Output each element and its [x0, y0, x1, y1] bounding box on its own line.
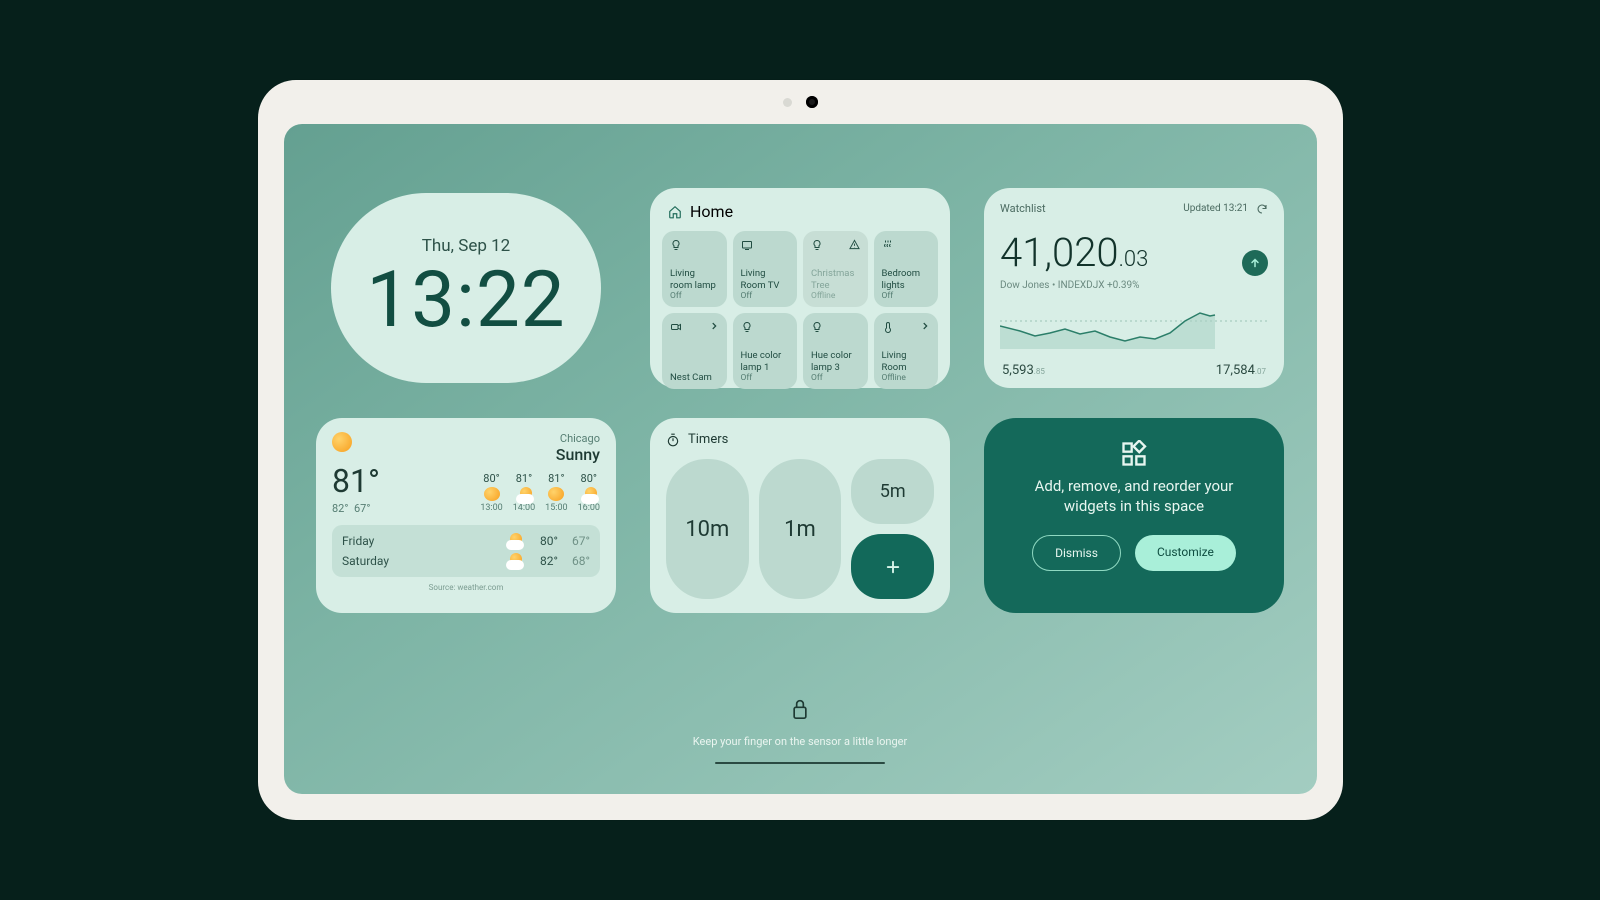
weather-forecast: Friday80°67°Saturday82°68° — [332, 525, 600, 577]
plus-icon — [884, 558, 902, 576]
weather-source: Source: weather.com — [332, 583, 600, 592]
tablet-bezel — [258, 80, 1343, 124]
timer-preset-1m[interactable]: 1m — [759, 459, 842, 599]
clock-widget[interactable]: Thu, Sep 12 13:22 — [316, 188, 616, 388]
watchlist-title: Watchlist — [1000, 202, 1046, 215]
camera-icon — [670, 321, 682, 336]
home-tile-3[interactable]: Bedroom lights Off — [874, 231, 939, 307]
cloud-sun-icon — [506, 533, 526, 549]
arrow-up-icon — [1249, 257, 1261, 269]
home-tile-name: Living Room TV — [741, 268, 790, 291]
weather-condition: Sunny — [480, 445, 600, 464]
widgets-icon — [1120, 440, 1148, 468]
hourly-2: 81°15:00 — [545, 472, 567, 513]
clock-date: Thu, Sep 12 — [422, 236, 510, 256]
home-header[interactable]: Home — [662, 200, 938, 231]
home-title: Home — [690, 202, 733, 221]
front-camera — [806, 96, 818, 108]
home-tile-state: Off — [670, 291, 719, 301]
lock-area: Keep your finger on the sensor a little … — [284, 697, 1317, 764]
home-tile-4[interactable]: Nest Cam — [662, 313, 727, 389]
home-tile-name: Hue color lamp 3 — [811, 350, 860, 373]
tablet-frame: Thu, Sep 12 13:22 Home Living room lamp … — [258, 80, 1343, 820]
home-tile-1[interactable]: Living Room TV Off — [733, 231, 798, 307]
weather-widget[interactable]: 81° 82° 67° Chicago Sunny 80°13:00 81°14:… — [316, 418, 616, 613]
sun-icon — [332, 432, 352, 452]
sun-icon — [548, 487, 564, 501]
tv-icon — [741, 239, 753, 254]
clock-time: 13:22 — [366, 262, 565, 340]
weather-city: Chicago — [480, 432, 600, 445]
home-tile-state: Offline — [811, 291, 860, 301]
timers-title: Timers — [688, 432, 728, 447]
home-tile-7[interactable]: Living Room Offline — [874, 313, 939, 389]
cloud-sun-icon — [581, 487, 597, 501]
customize-widget: Add, remove, and reorder your widgets in… — [984, 418, 1284, 613]
home-icon — [668, 205, 682, 219]
cloud-sun-icon — [516, 487, 532, 501]
lights-icon — [882, 239, 894, 254]
home-tile-0[interactable]: Living room lamp Off — [662, 231, 727, 307]
home-tile-name: Living Room — [882, 350, 931, 373]
home-tile-name: Hue color lamp 1 — [741, 350, 790, 373]
tablet-screen: Thu, Sep 12 13:22 Home Living room lamp … — [284, 124, 1317, 794]
dismiss-button[interactable]: Dismiss — [1032, 535, 1121, 571]
chevron-icon — [709, 321, 719, 334]
chevron-icon — [920, 321, 930, 334]
hourly-0: 80°13:00 — [480, 472, 502, 513]
home-tile-name: Christmas Tree — [811, 268, 860, 291]
watchlist-widget[interactable]: Watchlist Updated 13:21 41,020.03 Dow Jo… — [984, 188, 1284, 388]
lock-hint: Keep your finger on the sensor a little … — [693, 735, 907, 748]
timers-widget: Timers 10m 1m 5m — [650, 418, 950, 613]
timer-preset-5m[interactable]: 5m — [851, 459, 934, 524]
lightbulb-icon — [811, 321, 823, 336]
customize-text: Add, remove, and reorder your widgets in… — [1012, 476, 1256, 517]
light-sensor — [783, 98, 792, 107]
timer-preset-10m[interactable]: 10m — [666, 459, 749, 599]
refresh-icon[interactable] — [1256, 203, 1268, 215]
home-tile-state: Off — [741, 291, 790, 301]
hourly-1: 81°14:00 — [513, 472, 535, 513]
lightbulb-icon — [670, 239, 682, 254]
lock-icon[interactable] — [790, 697, 810, 721]
home-tile-state: Offline — [882, 373, 931, 383]
watchlist-updated: Updated 13:21 — [1183, 203, 1248, 214]
customize-button[interactable]: Customize — [1135, 535, 1236, 571]
watchlist-value: 41,020.03 — [1000, 229, 1268, 276]
forecast-row-1: Saturday82°68° — [342, 551, 590, 571]
home-tile-2[interactable]: Christmas Tree Offline — [803, 231, 868, 307]
thermostat-icon — [882, 321, 894, 336]
lightbulb-icon — [741, 321, 753, 336]
home-tile-6[interactable]: Hue color lamp 3 Off — [803, 313, 868, 389]
warning-icon — [849, 239, 860, 253]
stopwatch-icon — [666, 433, 680, 447]
timer-add-button[interactable] — [851, 534, 934, 599]
weather-hilo: 82° 67° — [332, 502, 380, 515]
watchlist-detail: Dow Jones • INDEXDJX +0.39% — [1000, 280, 1268, 291]
home-tile-5[interactable]: Hue color lamp 1 Off — [733, 313, 798, 389]
lightbulb-icon — [811, 239, 823, 254]
weather-temp: 81° — [332, 462, 380, 500]
watchlist-footer: 5,593.85 17,584.07 — [1000, 353, 1268, 378]
home-tile-state: Off — [882, 291, 931, 301]
hourly-3: 80°16:00 — [578, 472, 600, 513]
home-tile-state: Off — [741, 373, 790, 383]
home-tile-name: Bedroom lights — [882, 268, 931, 291]
widget-grid: Thu, Sep 12 13:22 Home Living room lamp … — [284, 124, 1317, 794]
cloud-sun-icon — [506, 553, 526, 569]
home-tile-name: Living room lamp — [670, 268, 719, 291]
sun-icon — [484, 487, 500, 501]
home-tile-name: Nest Cam — [670, 372, 719, 383]
trend-up-button[interactable] — [1242, 250, 1268, 276]
forecast-row-0: Friday80°67° — [342, 531, 590, 551]
gesture-bar[interactable] — [715, 762, 885, 764]
home-widget: Home Living room lamp Off Living Room TV… — [650, 188, 950, 388]
home-tile-state: Off — [811, 373, 860, 383]
watchlist-chart — [1000, 301, 1268, 349]
